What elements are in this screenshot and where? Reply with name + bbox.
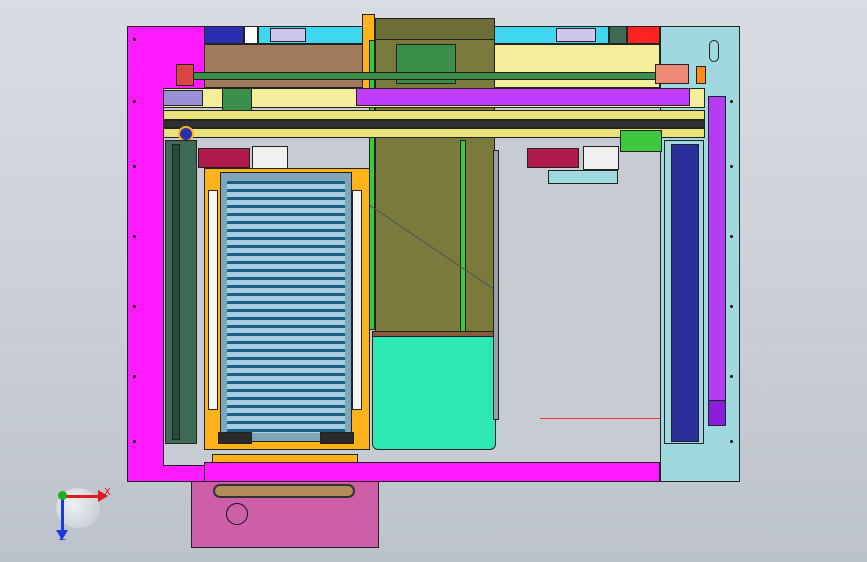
bolt — [133, 305, 136, 308]
right-purple-rail — [708, 96, 726, 416]
magazine-slots — [227, 181, 345, 433]
center-column-header — [375, 18, 495, 40]
lower-mount-handle — [213, 484, 355, 498]
bolt — [133, 235, 136, 238]
bolt — [133, 440, 136, 443]
bolt — [730, 100, 733, 103]
gantry-lilac-stripe — [163, 90, 203, 106]
gantry-bar-2 — [163, 120, 705, 128]
x-axis-arrow-icon — [62, 495, 100, 498]
brown-divider — [372, 331, 496, 337]
bolt — [730, 165, 733, 168]
upper-right-yellow — [494, 44, 660, 88]
top-strip-lilac — [270, 28, 306, 42]
right-green-block — [620, 130, 662, 152]
bolt — [730, 440, 733, 443]
magazine-body — [220, 172, 352, 442]
right-motor — [655, 64, 689, 84]
left-guide-rail — [165, 140, 197, 444]
right-carriage-red — [527, 148, 579, 168]
red-reference-line — [540, 418, 660, 419]
cad-viewport[interactable] — [0, 0, 867, 562]
bolt — [133, 165, 136, 168]
left-motor — [176, 64, 194, 86]
right-orange-tab — [696, 66, 706, 84]
teal-lower-panel — [372, 336, 496, 450]
top-strip-dark — [204, 26, 244, 44]
magazine-left-rail — [208, 190, 218, 410]
bolt — [730, 375, 733, 378]
bolt — [133, 100, 136, 103]
lower-mount-hole — [226, 503, 248, 525]
left-guide-rail-inner — [172, 144, 180, 440]
left-carriage-white — [252, 146, 288, 170]
bolt — [730, 305, 733, 308]
upper-left-olive — [204, 44, 368, 88]
gantry-bar-1 — [163, 110, 705, 120]
top-green-beam — [178, 72, 658, 80]
right-purple-foot — [708, 400, 726, 426]
y-axis-dot-icon — [58, 491, 67, 500]
top-strip-red — [627, 26, 660, 44]
column-side-rail — [493, 150, 499, 420]
top-strip-green — [609, 26, 627, 44]
x-axis-label: X — [104, 487, 111, 498]
coordinate-triad: X Z — [48, 482, 118, 548]
right-carriage-white — [583, 146, 619, 170]
magazine-right-rail — [352, 190, 362, 410]
left-carriage-red — [198, 148, 250, 168]
top-strip-lilac-right — [556, 28, 596, 42]
z-axis-arrow-icon — [61, 496, 64, 532]
right-slot — [709, 40, 719, 62]
bolt — [133, 375, 136, 378]
right-carriage-plate — [548, 170, 618, 184]
green-rail-right — [460, 140, 466, 336]
magazine-foot-left — [218, 432, 252, 444]
gantry-purple-band — [356, 88, 690, 106]
z-axis-label: Z — [59, 532, 66, 543]
right-blue-rail — [671, 144, 699, 442]
bolt — [730, 235, 733, 238]
bolt — [133, 38, 136, 41]
magazine-foot-right — [320, 432, 354, 444]
top-strip-white — [244, 26, 258, 44]
bottom-magenta-band — [204, 462, 660, 482]
